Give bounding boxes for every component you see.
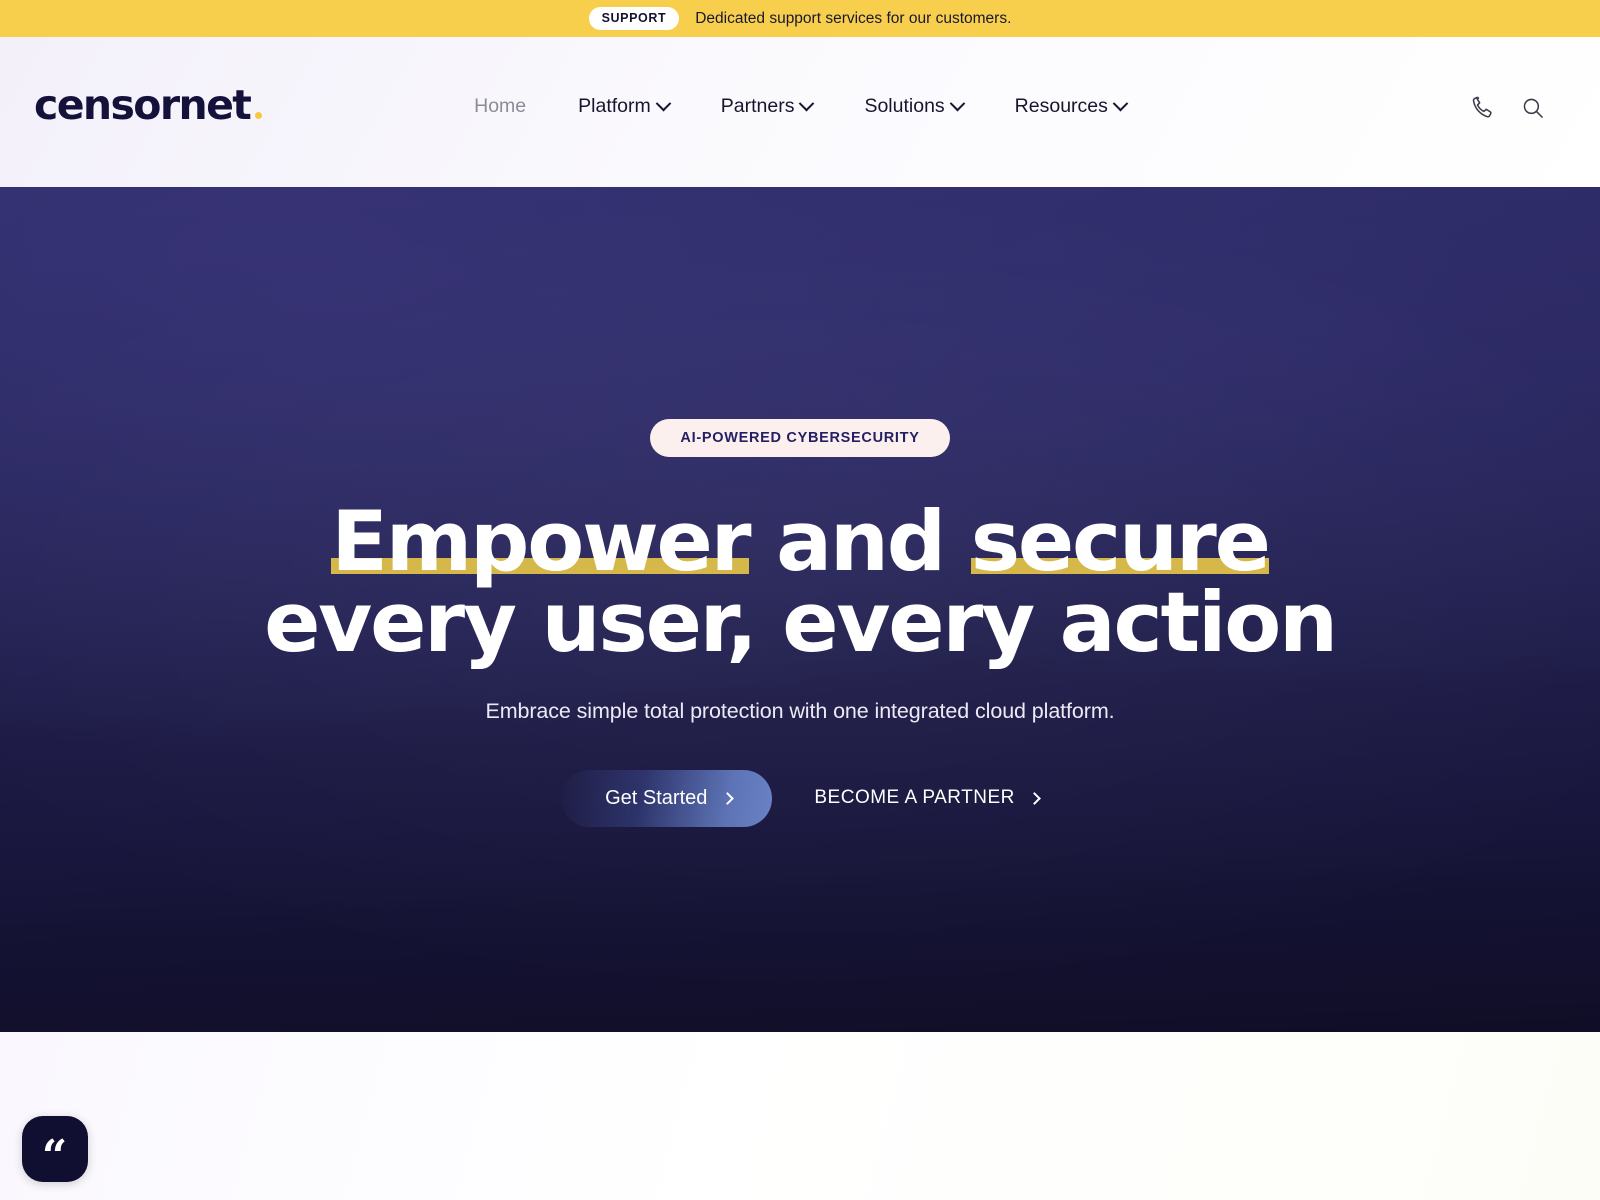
phone-icon[interactable] [1468, 93, 1498, 123]
page-root: SUPPORT Dedicated support services for o… [0, 0, 1600, 1200]
chevron-down-icon [655, 95, 672, 112]
main-navigation: Home Platform Partners Solutions Resourc… [0, 87, 1600, 126]
support-message: Dedicated support services for our custo… [695, 9, 1012, 27]
hero-title: Empower and secure every user, every act… [264, 493, 1338, 672]
chevron-down-icon [1112, 95, 1129, 112]
hero-badge: AI-POWERED CYBERSECURITY [650, 419, 950, 457]
nav-item-home-label: Home [474, 95, 527, 117]
hero-section: AI-POWERED CYBERSECURITY Empower and sec… [0, 187, 1600, 1032]
support-tag-badge: SUPPORT [588, 7, 680, 30]
chevron-down-icon [799, 95, 815, 112]
become-a-partner-link[interactable]: BECOME A PARTNER [814, 787, 1041, 809]
nav-item-platform[interactable]: Platform [552, 87, 695, 126]
chevron-down-icon [949, 95, 965, 112]
hero-title-line-1: Empower and secure [264, 493, 1336, 590]
nav-item-partners[interactable]: Partners [695, 87, 839, 126]
nav-item-solutions-label: Solutions [864, 95, 945, 117]
nav-item-platform-label: Platform [578, 95, 651, 117]
chat-widget-button[interactable]: “ [22, 1116, 88, 1182]
nav-item-home[interactable]: Home [448, 87, 552, 126]
support-banner: SUPPORT Dedicated support services for o… [0, 0, 1600, 37]
hero-content: AI-POWERED CYBERSECURITY Empower and sec… [0, 187, 1600, 827]
hero-cta-group: Get Started BECOME A PARTNER [561, 769, 1041, 827]
nav-item-resources[interactable]: Resources [989, 87, 1152, 126]
hero-title-highlight-empower: Empower [331, 493, 752, 590]
hero-title-highlight-secure: secure [970, 493, 1271, 590]
header-actions [1468, 93, 1548, 123]
nav-item-solutions[interactable]: Solutions [838, 87, 988, 126]
get-started-label: Get Started [605, 786, 708, 809]
below-hero-section [0, 1032, 1600, 1200]
hero-subtitle: Embrace simple total protection with one… [485, 698, 1115, 723]
nav-item-partners-label: Partners [720, 95, 795, 117]
get-started-button[interactable]: Get Started [561, 769, 773, 827]
hero-title-line-2: every user, every action [264, 574, 1338, 672]
chevron-right-icon [721, 791, 735, 805]
site-header: censornet Home Platform Partners Solutio… [0, 37, 1600, 187]
become-a-partner-label: BECOME A PARTNER [814, 787, 1015, 809]
chevron-right-icon [1028, 791, 1041, 805]
nav-item-resources-label: Resources [1014, 95, 1108, 117]
quote-icon: “ [41, 1131, 69, 1182]
search-icon[interactable] [1518, 93, 1548, 123]
